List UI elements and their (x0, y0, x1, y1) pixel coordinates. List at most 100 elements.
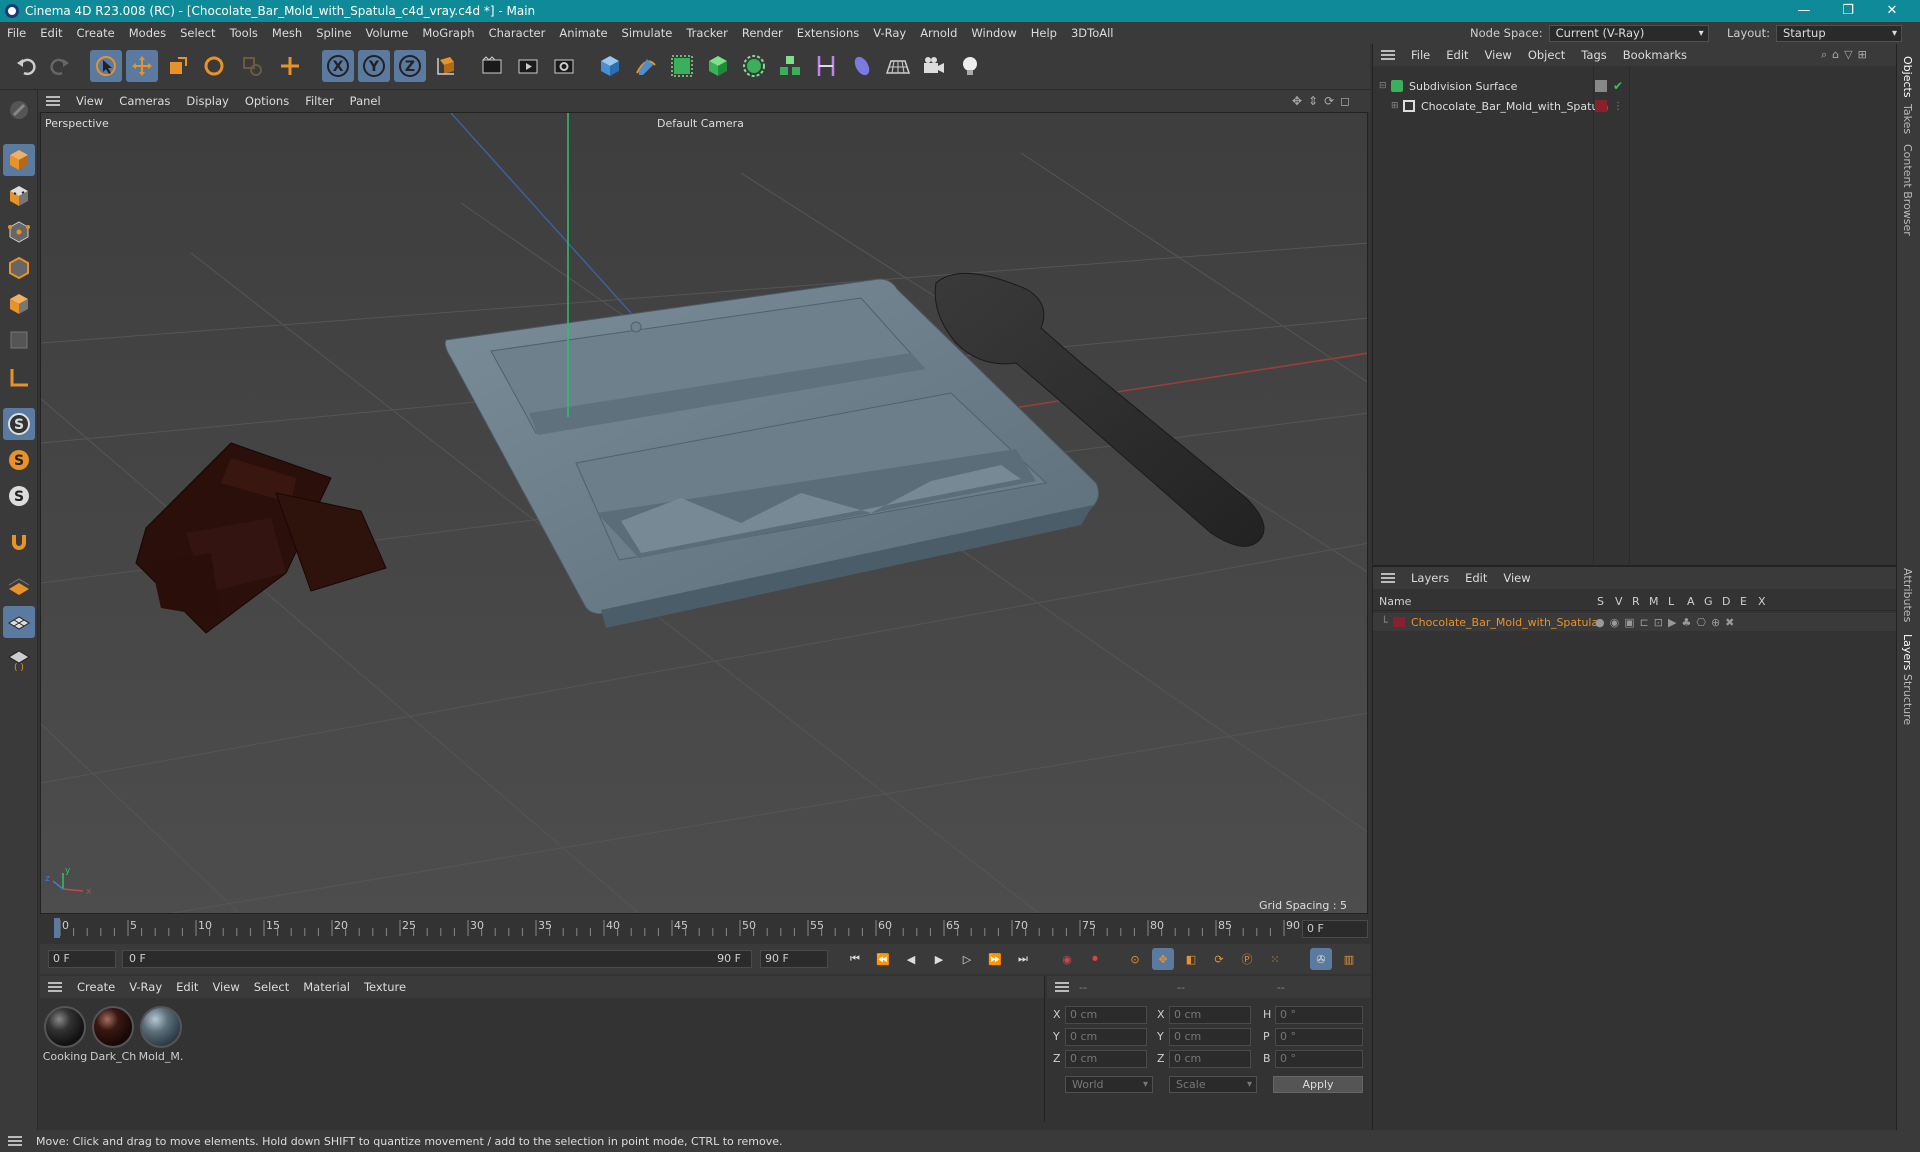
workplane-snap-icon[interactable]: S (3, 480, 35, 512)
rotate-tool-icon[interactable] (198, 50, 230, 82)
model-mode-icon[interactable] (3, 144, 35, 176)
size-mode-dropdown[interactable]: Scale (1169, 1076, 1257, 1093)
menu-3dtoall[interactable]: 3DToAll (1064, 26, 1121, 40)
tab-takes[interactable]: Takes (1901, 104, 1914, 134)
position-z-field[interactable]: 0 cm (1065, 1050, 1147, 1068)
menu-simulate[interactable]: Simulate (615, 26, 680, 40)
size-z-field[interactable]: 0 cm (1169, 1050, 1251, 1068)
layer-col-generators[interactable]: G (1704, 595, 1713, 608)
uv-mode-icon[interactable] (3, 324, 35, 356)
layer-col-manager[interactable]: M (1649, 595, 1659, 608)
cloner-icon[interactable] (738, 50, 770, 82)
layer-col-visible[interactable]: V (1615, 595, 1623, 608)
snap-enable-icon[interactable]: S (3, 408, 35, 440)
layer-color-swatch[interactable] (1393, 617, 1405, 627)
menu-file[interactable]: File (0, 26, 33, 40)
floor-grid-icon[interactable] (882, 50, 914, 82)
object-menu-tags[interactable]: Tags (1573, 48, 1614, 62)
tab-attributes[interactable]: Attributes (1901, 568, 1914, 622)
object-menu-icon[interactable] (1381, 50, 1395, 60)
viewport-menu-panel[interactable]: Panel (342, 94, 389, 108)
magnet-icon[interactable] (3, 526, 35, 558)
subdivision-surface-icon[interactable] (666, 50, 698, 82)
object-search-icons[interactable]: ⌕⌂▽⊞ (1821, 48, 1872, 62)
rotation-p-field[interactable]: 0 ° (1275, 1028, 1363, 1046)
layer-color-swatch[interactable] (1595, 100, 1607, 112)
go-to-end-icon[interactable]: ⏭ (1012, 948, 1034, 970)
select-tool-icon[interactable] (90, 50, 122, 82)
menu-mograph[interactable]: MoGraph (415, 26, 481, 40)
object-editor-visibility-icon[interactable] (1595, 80, 1607, 92)
workplane-icon[interactable] (3, 570, 35, 602)
material-menu-icon[interactable] (48, 982, 62, 992)
viewport-menu-display[interactable]: Display (178, 94, 236, 108)
material-swatch-dark-chocolate[interactable]: Dark_Ch (90, 1006, 136, 1063)
undo-icon[interactable] (10, 50, 42, 82)
tab-objects[interactable]: Objects (1901, 56, 1914, 98)
position-x-field[interactable]: 0 cm (1065, 1006, 1147, 1024)
mograph-cloner-cubes-icon[interactable] (774, 50, 806, 82)
tab-layers[interactable]: Layers (1901, 634, 1914, 670)
z-axis-lock-icon[interactable]: Z (394, 50, 426, 82)
recent-tools-icon[interactable] (236, 50, 268, 82)
viewport-menu-view[interactable]: View (68, 94, 111, 108)
apply-button[interactable]: Apply (1273, 1076, 1363, 1093)
key-move-icon[interactable]: ✥ (1152, 948, 1174, 970)
layer-col-locked[interactable]: L (1668, 595, 1674, 608)
menu-character[interactable]: Character (482, 26, 553, 40)
frame-range-slider[interactable]: 0 F 90 F (122, 950, 752, 968)
layer-menu-layers[interactable]: Layers (1403, 571, 1457, 585)
layer-flag-icons[interactable]: ●◉▣⊏⊡▶♣⎔⊕✖ (1595, 616, 1739, 629)
planar-workplane-icon[interactable]: ( ) (3, 642, 35, 674)
layer-col-deformers[interactable]: D (1722, 595, 1730, 608)
previous-key-icon[interactable]: ⏪ (872, 948, 894, 970)
layer-col-xref[interactable]: X (1758, 595, 1766, 608)
node-space-dropdown[interactable]: Current (V-Ray) (1548, 24, 1709, 42)
material-menu-edit[interactable]: Edit (169, 980, 205, 994)
position-y-field[interactable]: 0 cm (1065, 1028, 1147, 1046)
size-x-field[interactable]: 0 cm (1169, 1006, 1251, 1024)
camera-icon[interactable] (918, 50, 950, 82)
menu-animate[interactable]: Animate (552, 26, 614, 40)
3d-viewport[interactable]: y x z Perspective Default Camera Grid Sp… (40, 112, 1368, 914)
minimize-button[interactable]: — (1782, 0, 1826, 22)
record-keys-icon[interactable]: ◉ (1056, 948, 1078, 970)
redo-icon[interactable] (44, 50, 76, 82)
start-frame-field[interactable]: 0 F (48, 950, 116, 968)
pen-spline-icon[interactable] (630, 50, 662, 82)
layer-menu-view[interactable]: View (1495, 571, 1538, 585)
go-to-start-icon[interactable]: ⏮ (844, 948, 866, 970)
move-tool-icon[interactable] (126, 50, 158, 82)
key-position-icon[interactable]: ⊙ (1124, 948, 1146, 970)
layer-col-animation[interactable]: A (1687, 595, 1695, 608)
object-menu-edit[interactable]: Edit (1438, 48, 1476, 62)
next-key-icon[interactable]: ⏩ (984, 948, 1006, 970)
deformer-bend-icon[interactable] (810, 50, 842, 82)
menu-modes[interactable]: Modes (122, 26, 173, 40)
collapse-icon[interactable]: ⊟ (1379, 81, 1391, 91)
layer-menu-icon[interactable] (1381, 573, 1395, 583)
material-menu-create[interactable]: Create (70, 980, 122, 994)
viewport-menu-cameras[interactable]: Cameras (111, 94, 178, 108)
object-menu-file[interactable]: File (1403, 48, 1438, 62)
end-frame-field[interactable]: 90 F (760, 950, 828, 968)
timeline-ruler[interactable]: 0 5 10 15 20 25 30 35 40 45 50 55 60 65 70 75 80 85 90 0 F (40, 914, 1370, 944)
menu-tools[interactable]: Tools (223, 26, 265, 40)
axis-mode-icon[interactable] (3, 362, 35, 394)
viewport-menu-options[interactable]: Options (237, 94, 297, 108)
coordinates-menu-icon[interactable] (1055, 982, 1069, 992)
menu-edit[interactable]: Edit (33, 26, 69, 40)
layer-col-expressions[interactable]: E (1740, 595, 1747, 608)
motion-record-icon[interactable]: ✇ (1310, 948, 1332, 970)
menu-spline[interactable]: Spline (309, 26, 358, 40)
polygon-mode-icon[interactable] (3, 288, 35, 320)
object-menu-view[interactable]: View (1477, 48, 1520, 62)
layer-col-render[interactable]: R (1632, 595, 1640, 608)
menu-arnold[interactable]: Arnold (913, 26, 964, 40)
x-axis-lock-icon[interactable]: X (322, 50, 354, 82)
material-swatch-cooking[interactable]: Cooking (42, 1006, 88, 1063)
field-icon[interactable] (846, 50, 878, 82)
menu-select[interactable]: Select (173, 26, 222, 40)
object-name[interactable]: Chocolate_Bar_Mold_with_Spatula (1421, 100, 1608, 113)
close-button[interactable]: ✕ (1870, 0, 1914, 22)
